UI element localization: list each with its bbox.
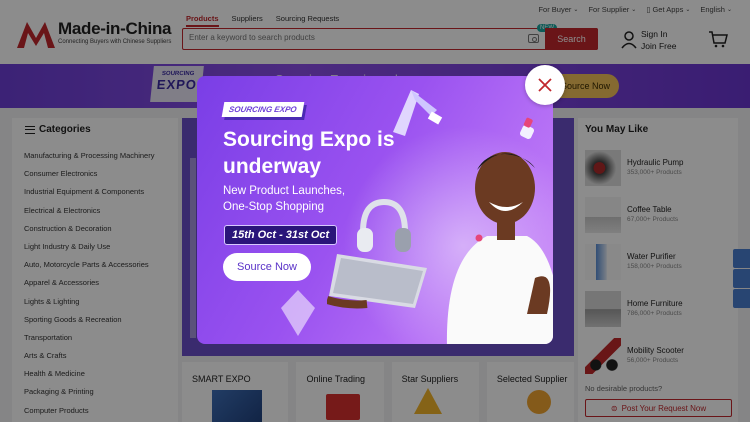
modal-source-now-button[interactable]: Source Now <box>223 253 311 281</box>
close-modal-button[interactable] <box>525 65 565 105</box>
promo-modal: SOURCING EXPO Sourcing Expo is underway … <box>197 76 553 344</box>
modal-subtitle: New Product Launches, One-Stop Shopping <box>223 185 346 213</box>
sourcing-expo-badge: SOURCING EXPO <box>221 102 304 117</box>
presenter-illustration <box>446 152 553 344</box>
crystal-icon <box>281 290 315 336</box>
close-icon <box>538 78 552 92</box>
event-dates: 15th Oct - 31st Oct <box>224 225 338 245</box>
laptop-icon <box>327 254 427 309</box>
modal-title: Sourcing Expo is underway <box>223 128 395 178</box>
